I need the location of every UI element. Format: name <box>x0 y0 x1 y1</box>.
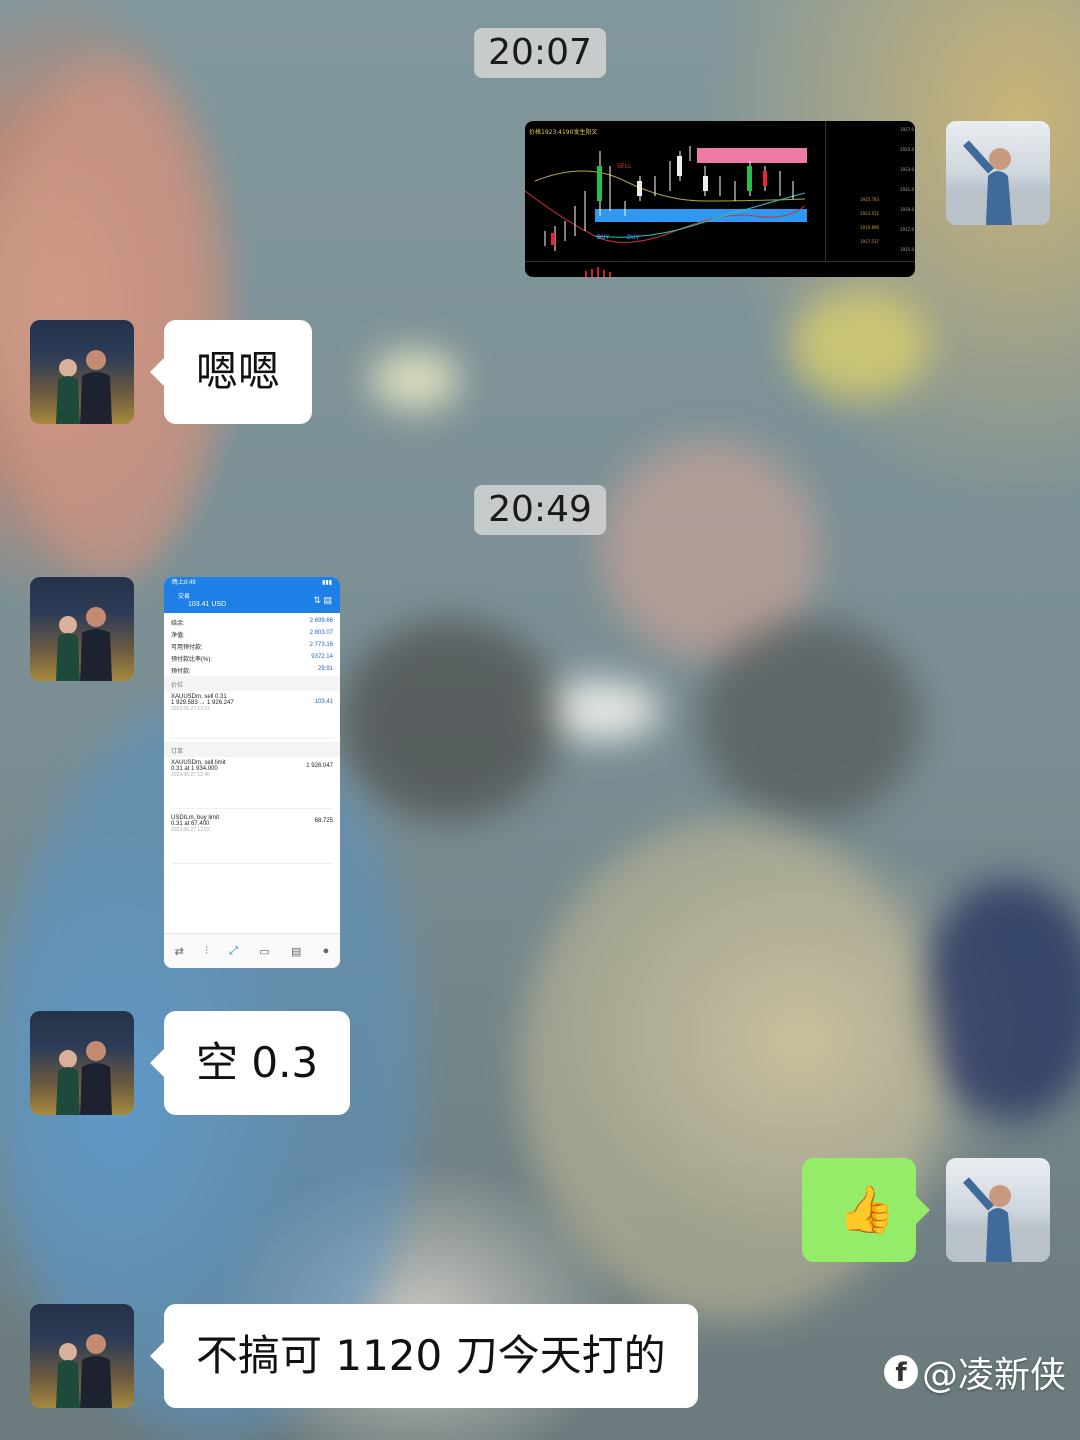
chart-image-message[interactable]: 价格1923.4190发生阳叉 1925.7831923.5511919.8 <box>525 121 915 277</box>
avatar-portrait <box>56 607 112 681</box>
trade-icon: ⤢ <box>229 944 238 957</box>
news-icon: ▤ <box>290 945 302 958</box>
candlestick-chart: 1925.783 1923.551 1919.890 1917.537 1927.0 1… <box>525 121 915 277</box>
avatar-portrait <box>946 140 1050 225</box>
avatar-portrait <box>946 1177 1050 1262</box>
friend-avatar[interactable] <box>30 320 134 424</box>
summary-row: 预付款比率(%): 9372.14 <box>171 653 333 663</box>
bg-blob <box>700 620 920 820</box>
svg-text:1919.890: 1919.890 <box>860 225 880 230</box>
friend-avatar[interactable] <box>30 1304 134 1408</box>
position-item: XAUUSDm, sell 0.31 1 929.583 → 1 926.247… <box>164 691 340 742</box>
account-summary: 结余: 2 699.66 净值: 2 803.07 可用预付款: 2 773.16 预… <box>164 613 340 676</box>
self-avatar[interactable] <box>946 121 1050 225</box>
bg-blob <box>340 620 560 820</box>
svg-text:1921.0: 1921.0 <box>900 187 914 192</box>
timestamp: 20:07 <box>474 28 606 78</box>
avatar-portrait <box>56 1041 112 1115</box>
order-item: XAUUSDm, sell limit 0.31 at 1 934.000 1 … <box>164 757 340 812</box>
order-detail-lines <box>171 778 333 809</box>
svg-text:1927.0: 1927.0 <box>900 127 914 132</box>
avatar-portrait <box>56 1334 112 1408</box>
status-time: 晚上8:49 <box>172 580 196 586</box>
watermark-text: @凌新侠 <box>921 1355 1066 1396</box>
friend-avatar[interactable] <box>30 577 134 681</box>
svg-text:1915.0: 1915.0 <box>900 247 914 252</box>
position-profit: 103.41 <box>314 699 333 705</box>
signal-icon: ▮▮▮ <box>322 580 332 586</box>
bg-blob <box>790 290 930 400</box>
watermark: f @凌新侠 <box>883 1346 1066 1398</box>
self-avatar[interactable] <box>946 1158 1050 1262</box>
trade-header-balance: 103.41 USD <box>188 601 227 608</box>
svg-text:1919.0: 1919.0 <box>900 207 914 212</box>
svg-text:1925.0: 1925.0 <box>900 147 914 152</box>
chart-icon: ⫶ <box>205 944 208 957</box>
trading-app-screenshot-message[interactable]: 晚上8:49 ▮▮▮ 交易 103.41 USD ⇅ ▤ 结余: 2 699.66… <box>164 577 340 968</box>
received-text-bubble[interactable]: 不搞可 1120 刀今天打的 <box>150 1304 698 1408</box>
order-detail-lines <box>171 833 333 864</box>
order-item: USDILm, buy limit 0.31 at 67.400 68.725 … <box>164 812 340 867</box>
trade-header: 交易 103.41 USD ⇅ ▤ <box>164 589 340 613</box>
order-price: 68.725 <box>314 818 333 824</box>
chart-sell-label: SELL <box>617 163 632 170</box>
svg-text:1923.0: 1923.0 <box>900 167 914 172</box>
platform-logo-icon: f <box>883 1355 918 1389</box>
summary-row: 净值: 2 803.07 <box>171 629 333 639</box>
summary-row: 可用预付款: 2 773.16 <box>171 641 333 651</box>
timestamp: 20:49 <box>474 485 606 535</box>
messages-icon: ● <box>322 945 330 957</box>
bg-blob <box>370 350 460 410</box>
order-price: 1 926.047 <box>306 763 333 769</box>
history-icon: ▭ <box>259 945 270 958</box>
friend-avatar[interactable] <box>30 1011 134 1115</box>
summary-row: 结余: 2 699.66 <box>171 617 333 627</box>
thumbs-up-icon: 👍 <box>838 1182 896 1236</box>
chart-buy-label: BUY <box>627 234 640 241</box>
orders-section-header: 订单 <box>164 742 340 757</box>
summary-row: 预付款: 29.91 <box>171 665 333 675</box>
app-bottom-toolbar: ⇄ ⫶ ⤢ ▭ ▤ ● <box>164 933 340 968</box>
received-text-bubble[interactable]: 嗯嗯 <box>149 320 313 424</box>
avatar-portrait <box>56 350 112 424</box>
positions-section-header: 价位 <box>164 676 340 691</box>
received-text-bubble[interactable]: 空 0.3 <box>149 1011 351 1115</box>
bg-blob <box>920 880 1080 1120</box>
chart-buy-label: BUY <box>597 234 610 241</box>
svg-text:1917.537: 1917.537 <box>860 239 880 244</box>
svg-text:1917.0: 1917.0 <box>900 227 914 232</box>
svg-text:1925.783: 1925.783 <box>860 197 880 202</box>
phone-status-bar: 晚上8:49 ▮▮▮ <box>164 577 340 589</box>
sort-icon: ⇅ ▤ <box>313 595 332 605</box>
quotes-icon: ⇄ <box>174 945 184 958</box>
trade-header-title: 交易 <box>178 594 191 600</box>
svg-text:1923.551: 1923.551 <box>860 211 880 216</box>
position-detail-lines <box>171 712 333 739</box>
